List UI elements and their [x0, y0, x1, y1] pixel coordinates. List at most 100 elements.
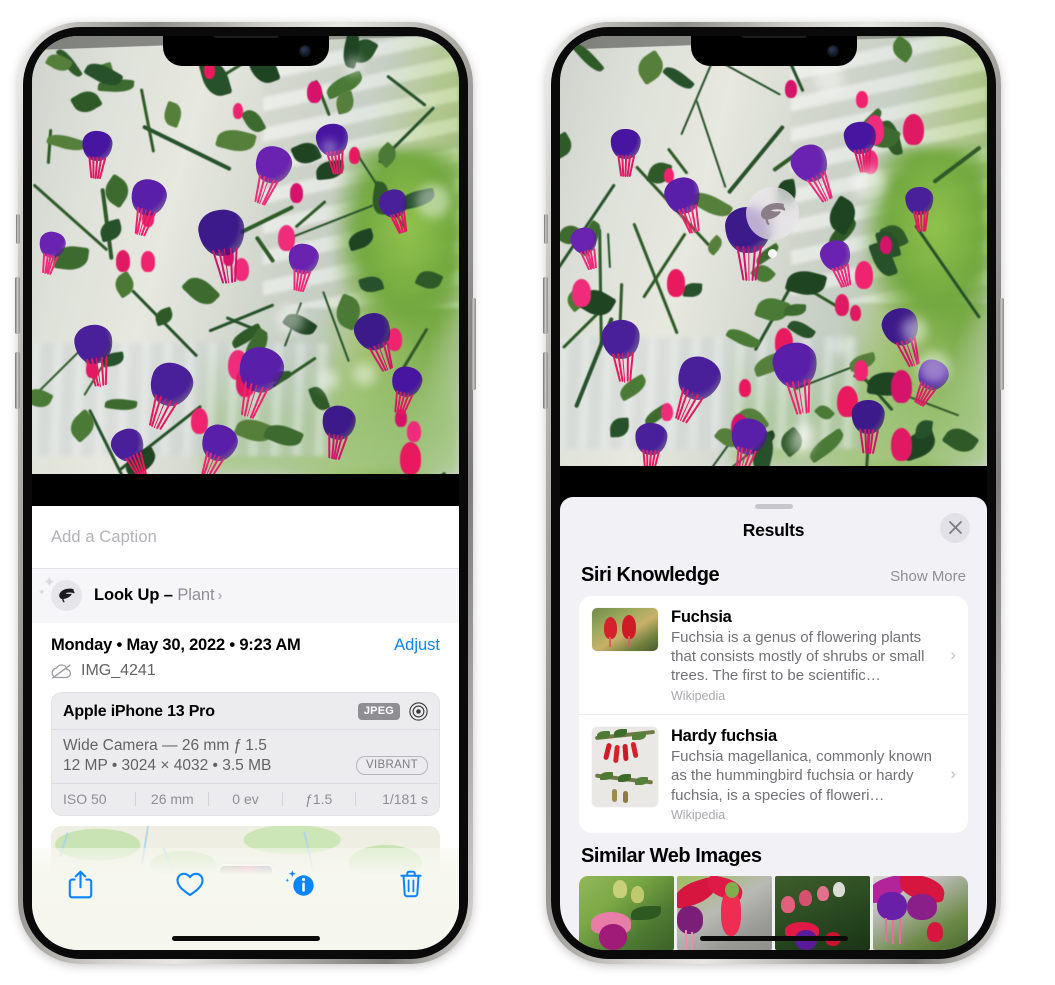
- bokeh-shape: [318, 369, 339, 391]
- caption-input[interactable]: Add a Caption: [51, 528, 157, 547]
- power-button[interactable]: [471, 298, 476, 390]
- close-icon: [948, 521, 962, 535]
- results-sheet: Results Siri Knowledge Show More Fuchsia…: [560, 496, 987, 950]
- lens-specs: Wide Camera — 26 mm ƒ 1.5 12 MP • 3024 ×…: [52, 730, 439, 784]
- list-item[interactable]: Fuchsia Fuchsia is a genus of flowering …: [579, 596, 968, 714]
- heart-icon: [176, 872, 204, 896]
- bokeh-shape: [352, 362, 376, 386]
- results-title: Results: [742, 519, 805, 540]
- bokeh-shape: [901, 317, 928, 344]
- chevron-right-icon: ›: [950, 763, 956, 783]
- filename-row: IMG_4241: [51, 655, 440, 692]
- share-button[interactable]: [58, 862, 102, 906]
- photo-toolbar: [32, 848, 459, 950]
- device-name: Apple iPhone 13 Pro: [63, 702, 215, 720]
- bud-shape: [399, 441, 421, 474]
- screen-left: Add a Caption ✦ ✦ Look Up – Plant › Mond…: [32, 36, 459, 950]
- delete-button[interactable]: [389, 862, 433, 906]
- result-thumbnail: [592, 726, 658, 807]
- bokeh-shape: [813, 63, 844, 95]
- bokeh-shape: [276, 305, 304, 333]
- sparkle-small-icon: ✦: [38, 587, 46, 597]
- mute-switch[interactable]: [16, 214, 20, 244]
- look-up-row[interactable]: ✦ ✦ Look Up – Plant ›: [32, 568, 459, 623]
- result-source: Wikipedia: [671, 808, 726, 822]
- exif-focal: 26 mm: [150, 791, 194, 807]
- siri-knowledge-header: Siri Knowledge Show More: [560, 552, 987, 596]
- iphone-left: Add a Caption ✦ ✦ Look Up – Plant › Mond…: [15, 22, 476, 964]
- earpiece-speaker: [212, 36, 279, 38]
- flower-shape: [574, 275, 665, 383]
- exif-iso: ISO 50: [63, 791, 107, 807]
- iphone-right: Results Siri Knowledge Show More Fuchsia…: [543, 22, 1004, 964]
- trash-icon: [400, 870, 422, 898]
- result-title: Hardy fuchsia: [671, 726, 777, 745]
- bud-shape: [232, 103, 244, 120]
- result-source: Wikipedia: [671, 688, 726, 703]
- mute-switch[interactable]: [544, 214, 548, 244]
- result-title: Fuchsia: [671, 607, 732, 626]
- flower-shape: [615, 388, 689, 466]
- bud-shape: [406, 420, 421, 443]
- look-up-label: Look Up – Plant ›: [94, 586, 223, 604]
- siri-knowledge-title: Siri Knowledge: [581, 563, 720, 586]
- photo-metadata: Monday • May 30, 2022 • 9:23 AM Adjust I…: [32, 623, 459, 692]
- camera-info-card[interactable]: Apple iPhone 13 Pro JPEG Wide Camera — 2…: [51, 692, 440, 816]
- bud-shape: [834, 293, 849, 316]
- flower-shape: [592, 97, 659, 178]
- exif-row: ISO 50 26 mm 0 ev ƒ1.5 1/181 s: [52, 784, 439, 815]
- visual-look-up-badge[interactable]: [746, 187, 799, 258]
- leaf-icon: ✦ ✦: [38, 575, 82, 611]
- power-button[interactable]: [999, 298, 1004, 390]
- similar-image-thumbnail[interactable]: [579, 876, 674, 950]
- screen-right: Results Siri Knowledge Show More Fuchsia…: [560, 36, 987, 950]
- similar-web-images-title: Similar Web Images: [581, 845, 762, 867]
- favorite-button[interactable]: [168, 862, 212, 906]
- bokeh-shape: [795, 421, 814, 440]
- exif-ev: 0 ev: [232, 791, 259, 807]
- share-icon: [68, 870, 92, 898]
- bud-shape: [785, 79, 797, 98]
- adjust-button[interactable]: Adjust: [394, 636, 440, 655]
- notch: [162, 36, 329, 66]
- chevron-right-icon: ›: [950, 644, 956, 664]
- bokeh-shape: [831, 337, 849, 355]
- info-button[interactable]: [279, 862, 323, 906]
- bokeh-shape: [851, 166, 886, 201]
- bud-shape: [115, 250, 130, 272]
- notch: [690, 36, 857, 66]
- look-up-subject: Plant: [177, 586, 215, 604]
- front-camera-icon: [299, 46, 310, 56]
- list-item[interactable]: Hardy fuchsia Fuchsia magellanica, commo…: [579, 713, 968, 833]
- bokeh-shape: [416, 184, 450, 218]
- result-thumbnail: [592, 607, 658, 651]
- flower-shape: [888, 157, 951, 233]
- volume-down-button[interactable]: [543, 352, 548, 409]
- bud-shape: [141, 251, 155, 272]
- result-description: Fuchsia magellanica, commonly known as t…: [671, 747, 932, 804]
- leaf-icon: [746, 187, 799, 240]
- volume-up-button[interactable]: [15, 277, 20, 334]
- home-indicator[interactable]: [171, 936, 320, 941]
- siri-knowledge-card: Fuchsia Fuchsia is a genus of flowering …: [579, 595, 968, 833]
- volume-up-button[interactable]: [543, 277, 548, 334]
- bokeh-shape: [918, 351, 951, 385]
- bud-shape: [666, 269, 686, 298]
- home-indicator[interactable]: [699, 936, 848, 941]
- photographic-style-badge: VIBRANT: [356, 756, 428, 775]
- caption-row[interactable]: Add a Caption: [32, 506, 459, 568]
- photo-image[interactable]: [32, 36, 459, 474]
- similar-image-thumbnail[interactable]: [873, 876, 968, 950]
- screenshot-stage: Add a Caption ✦ ✦ Look Up – Plant › Mond…: [0, 0, 1055, 985]
- format-badge: JPEG: [357, 703, 400, 720]
- badge-anchor-dot: [768, 249, 777, 258]
- volume-down-button[interactable]: [15, 352, 20, 409]
- close-button[interactable]: [940, 512, 970, 543]
- lens-line: Wide Camera — 26 mm ƒ 1.5: [63, 737, 267, 754]
- flower-shape: [821, 86, 897, 174]
- chevron-right-icon: ›: [217, 587, 223, 604]
- result-description: Fuchsia is a genus of flowering plants t…: [671, 628, 925, 685]
- show-more-button[interactable]: Show More: [890, 568, 966, 585]
- flower-shape: [63, 97, 133, 179]
- info-sparkle-icon: [285, 870, 314, 896]
